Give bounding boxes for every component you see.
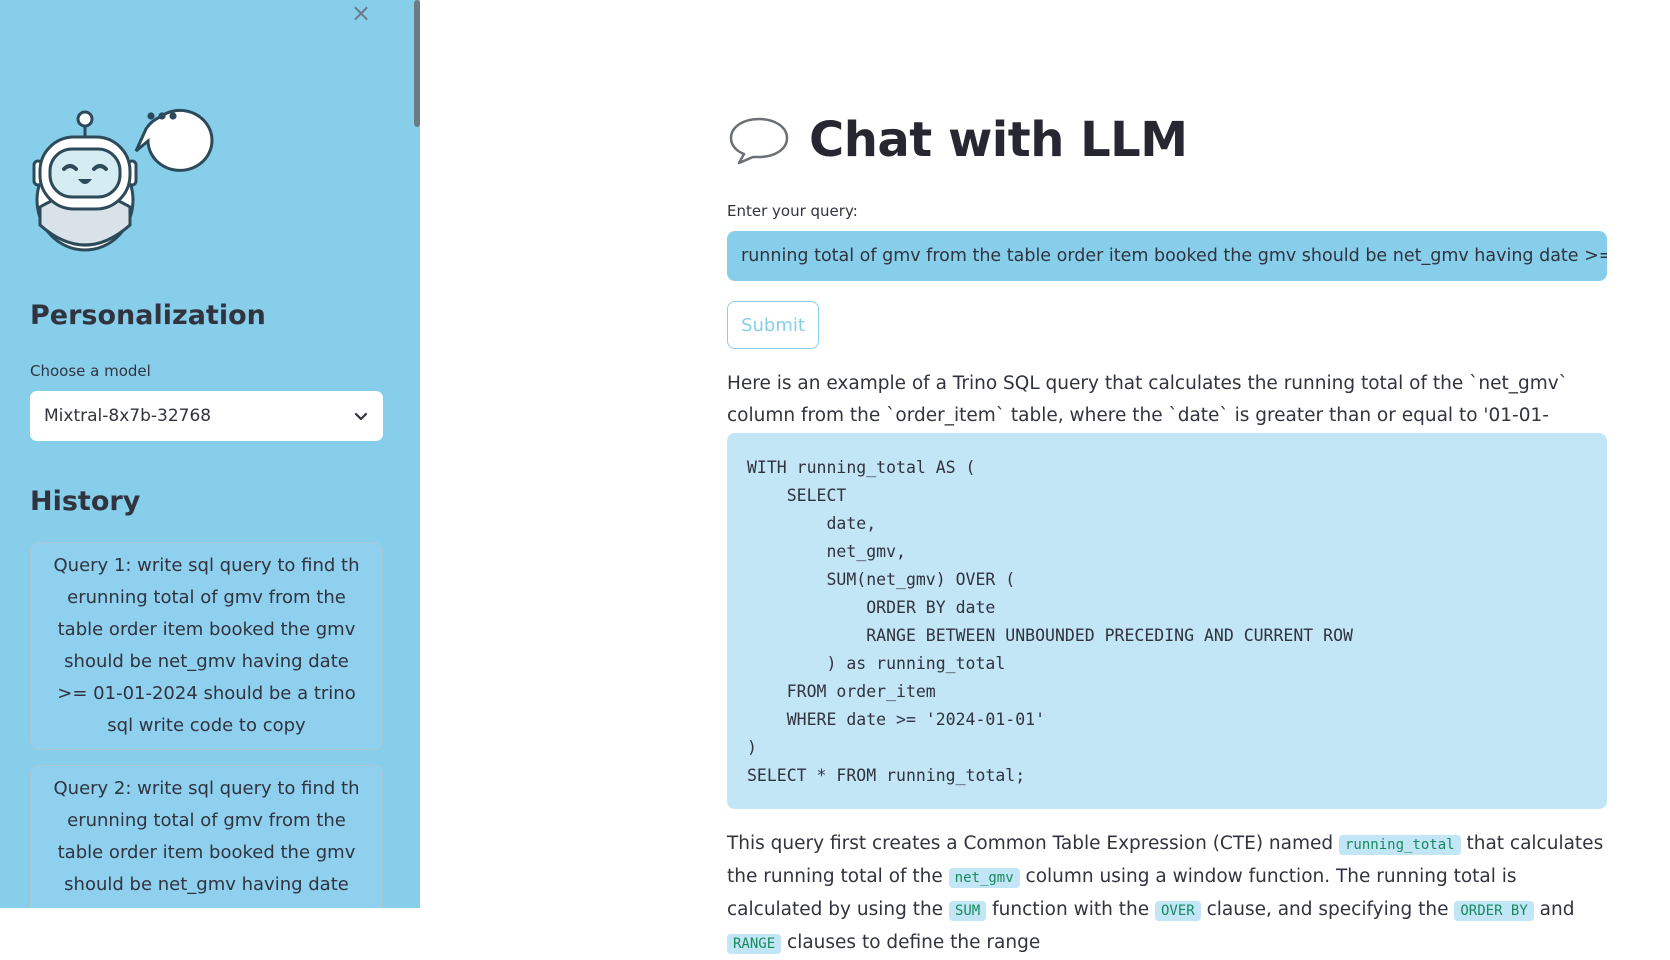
query-label: Enter your query: (727, 202, 858, 220)
explanation-text: This query first creates a Common Table … (727, 833, 1339, 854)
history-item-text: Query 2: write sql query to find th erun… (53, 778, 360, 908)
page-title: Chat with LLM (809, 112, 1188, 168)
inline-code: RANGE (727, 934, 782, 954)
inline-code: ORDER BY (1454, 901, 1534, 921)
history-heading: History (30, 486, 141, 517)
inline-code: OVER (1154, 901, 1201, 921)
explanation-text: clauses to define the range (781, 932, 1041, 953)
close-sidebar-button[interactable]: × (350, 0, 372, 27)
history-item[interactable]: Query 2: write sql query to find th erun… (30, 765, 383, 908)
close-icon[interactable]: × (351, 0, 371, 27)
personalization-heading: Personalization (30, 300, 266, 331)
model-select-value[interactable]: Mixtral-8x7b-32768 (44, 406, 353, 426)
inline-code: running_total (1339, 835, 1461, 855)
model-label: Choose a model (30, 362, 151, 380)
sidebar: × Personalization Choose a model Mixtral… (0, 0, 420, 908)
inline-code: net_gmv (948, 868, 1020, 888)
history-item-text: Query 1: write sql query to find th erun… (53, 555, 360, 736)
chevron-down-icon[interactable] (353, 408, 369, 424)
inline-code: SUM (948, 901, 987, 921)
speech-balloon-icon (729, 117, 789, 165)
sidebar-scrollbar[interactable] (414, 0, 420, 127)
explanation-text: and (1533, 899, 1575, 920)
model-select[interactable]: Mixtral-8x7b-32768 (30, 391, 383, 441)
explanation-text: function with the (986, 899, 1155, 920)
history-item[interactable]: Query 1: write sql query to find th erun… (30, 542, 383, 750)
robot-chat-logo (32, 108, 214, 252)
title-row: Chat with LLM (727, 112, 1188, 168)
query-input[interactable]: running total of gmv from the table orde… (727, 231, 1607, 281)
response-explanation: This query first creates a Common Table … (727, 828, 1607, 960)
submit-button[interactable]: Submit (727, 301, 819, 349)
code-block: WITH running_total AS ( SELECT date, net… (727, 433, 1607, 809)
explanation-text: clause, and specifying the (1200, 899, 1455, 920)
